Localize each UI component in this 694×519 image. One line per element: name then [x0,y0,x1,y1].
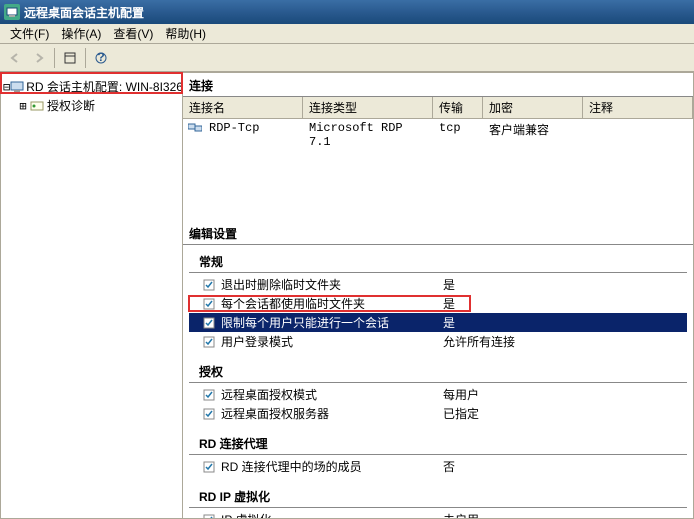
table-header: 连接名 连接类型 传输 加密 注释 [183,97,693,119]
toolbar-separator [85,48,86,68]
setting-icon [201,316,217,330]
prop-value: 是 [443,295,687,312]
expand-icon[interactable]: ⊞ [17,99,29,113]
group-virtualization-title: RD IP 虚拟化 [189,486,687,508]
menu-file[interactable]: 文件(F) [4,23,55,44]
group-broker: RD 连接代理 RD 连接代理中的场的成员 否 [189,433,687,476]
toolbar: ? [0,44,694,72]
prop-value: 否 [443,458,687,475]
group-general: 常规 退出时删除临时文件夹 是 每个会话都使用临时文件夹 是 限制每个用户只能进… [189,251,687,351]
menu-view[interactable]: 查看(V) [107,23,159,44]
prop-label: 限制每个用户只能进行一个会话 [221,314,443,331]
menubar: 文件(F) 操作(A) 查看(V) 帮助(H) [0,24,694,44]
prop-login-mode[interactable]: 用户登录模式 允许所有连接 [189,332,687,351]
licensing-diag-icon [29,99,45,113]
titlebar: 远程桌面会话主机配置 [0,0,694,24]
col-transport[interactable]: 传输 [433,97,483,118]
content-pane: 连接 连接名 连接类型 传输 加密 注释 RDP-Tcp Microsoft R… [183,72,694,519]
cell-transport: tcp [433,121,483,149]
prop-label: 远程桌面授权服务器 [221,405,443,422]
connection-icon [187,121,203,135]
window-title: 远程桌面会话主机配置 [24,4,144,21]
toolbar-separator [54,48,55,68]
cell-encryption: 客户端兼容 [483,121,583,149]
cell-type: Microsoft RDP 7.1 [303,121,433,149]
prop-ip-virtualization[interactable]: IP 虚拟化 未启用 [189,510,687,519]
prop-value: 未启用 [443,511,687,519]
menu-help[interactable]: 帮助(H) [159,23,212,44]
prop-use-temp[interactable]: 每个会话都使用临时文件夹 是 [189,294,687,313]
menu-action[interactable]: 操作(A) [55,23,107,44]
nav-forward-button [28,47,50,69]
prop-label: RD 连接代理中的场的成员 [221,458,443,475]
setting-icon [201,407,217,421]
prop-value: 每用户 [443,386,687,403]
setting-icon [201,513,217,519]
refresh-button[interactable] [59,47,81,69]
expand-icon[interactable]: ⊟ [3,80,10,94]
group-broker-title: RD 连接代理 [189,433,687,455]
tree-pane: ⊟ RD 会话主机配置: WIN-8I326 ⊞ 授权诊断 [0,72,183,519]
prop-license-server[interactable]: 远程桌面授权服务器 已指定 [189,404,687,423]
tree-root-label: RD 会话主机配置: WIN-8I326 [26,78,183,95]
prop-label: 每个会话都使用临时文件夹 [221,295,443,312]
nav-back-button [4,47,26,69]
tree-root[interactable]: ⊟ RD 会话主机配置: WIN-8I326 [3,77,180,96]
group-virtualization: RD IP 虚拟化 IP 虚拟化 未启用 [189,486,687,519]
col-name[interactable]: 连接名 [183,97,303,118]
setting-icon [201,388,217,402]
group-licensing-title: 授权 [189,361,687,383]
prop-broker-member[interactable]: RD 连接代理中的场的成员 否 [189,457,687,476]
cell-name: RDP-Tcp [203,121,303,149]
prop-label: IP 虚拟化 [221,511,443,519]
prop-label: 退出时删除临时文件夹 [221,276,443,293]
prop-value: 是 [443,314,687,331]
prop-label: 远程桌面授权模式 [221,386,443,403]
app-icon [4,4,20,20]
setting-icon [201,335,217,349]
setting-icon [201,460,217,474]
prop-single-session[interactable]: 限制每个用户只能进行一个会话 是 [189,313,687,332]
connections-title: 连接 [183,73,693,97]
editsettings-title: 编辑设置 [183,221,693,245]
prop-value: 允许所有连接 [443,333,687,350]
col-comment[interactable]: 注释 [583,97,693,118]
prop-license-mode[interactable]: 远程桌面授权模式 每用户 [189,385,687,404]
tree-child[interactable]: ⊞ 授权诊断 [3,96,180,115]
help-button[interactable]: ? [90,47,112,69]
setting-icon [201,278,217,292]
setting-icon [201,297,217,311]
col-type[interactable]: 连接类型 [303,97,433,118]
svg-text:?: ? [97,51,104,64]
tree-child-label: 授权诊断 [47,97,95,114]
prop-delete-temp[interactable]: 退出时删除临时文件夹 是 [189,275,687,294]
prop-value: 已指定 [443,405,687,422]
prop-value: 是 [443,276,687,293]
host-config-icon [10,80,24,94]
group-licensing: 授权 远程桌面授权模式 每用户 远程桌面授权服务器 已指定 [189,361,687,423]
group-general-title: 常规 [189,251,687,273]
prop-label: 用户登录模式 [221,333,443,350]
table-row[interactable]: RDP-Tcp Microsoft RDP 7.1 tcp 客户端兼容 [183,119,693,151]
col-encryption[interactable]: 加密 [483,97,583,118]
